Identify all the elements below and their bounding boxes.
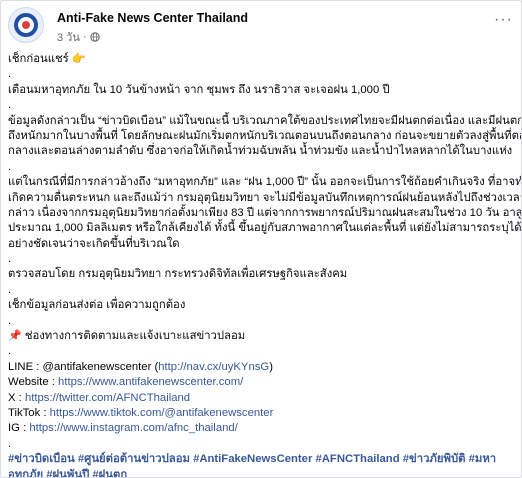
post-line: ประมาณ 1,000 มิลลิเมตร หรือใกล้เคียงได้ … (8, 222, 522, 235)
ig-label: IG : (8, 422, 30, 435)
post-body: เช็กก่อนแชร์ 👉 . เตือนมหาอุทกภัย ใน 10 ว… (8, 52, 522, 477)
hashtags-line[interactable]: อุทกภัย #ฝนพันปี #ฝนตก (8, 468, 521, 477)
post-line: 📌 ช่องทางการติดตามและแจ้งเบาะแสข่าวปลอม (8, 329, 521, 344)
post-line: ข้อมูลดังกล่าวเป็น “ข่าวบิดเบือน” แม้ในข… (8, 114, 522, 127)
post-line: กลางและตอนล่างตามลำดับ ซึ่งอาจก่อให้เกิด… (8, 145, 513, 158)
post-line: เกิดความตื่นตระหนก และถึงแม้ว่า กรมอุตุน… (8, 191, 522, 204)
dot-separator: . (8, 437, 12, 450)
post-line: เช็กข้อมูลก่อนส่งต่อ เพื่อความถูกต้อง (8, 299, 186, 312)
dot-separator: . (8, 345, 12, 358)
page-avatar[interactable] (8, 7, 44, 43)
dot-separator: . (8, 253, 12, 266)
website-label: Website : (8, 376, 59, 389)
dot-separator: . (8, 160, 12, 173)
more-options-icon[interactable]: ··· (494, 11, 513, 29)
dot-separator: . (8, 314, 12, 327)
ig-contact: IG : https://www.instagram.com/afnc_thai… (8, 421, 521, 436)
post-line: อย่างชัดเจนว่าจะเกิดขึ้นที่บริเวณใด (8, 237, 180, 250)
line-close: ) (269, 360, 273, 373)
post-header: Anti-Fake News Center Thailand 3 วัน · ·… (1, 1, 521, 45)
avatar-logo-dot (22, 21, 30, 29)
post-line: เตือนมหาอุทกภัย ใน 10 วันข้างหน้า จาก ชุ… (8, 83, 390, 96)
post-line: ถึงหนักมากในบางพื้นที่ โดยลักษณะฝนมักเริ… (8, 129, 522, 142)
page-name-link[interactable]: Anti-Fake News Center Thailand (57, 11, 248, 25)
post-line: แต่ในกรณีที่มีการกล่าวอ้างถึง “มหาอุทกภั… (8, 176, 522, 189)
dot-separator: . (8, 283, 12, 296)
post-meta: 3 วัน · (57, 28, 100, 46)
ig-link[interactable]: https://www.instagram.com/afnc_thailand/ (29, 422, 237, 434)
dot-separator: . (8, 68, 12, 81)
post-time[interactable]: 3 วัน (57, 28, 80, 46)
x-link[interactable]: https://twitter.com/AFNCThailand (25, 392, 190, 404)
tiktok-label: TikTok : (8, 406, 50, 419)
post-line: กล่าว เนื่องจากกรมอุตุนิยมวิทยาก่อตั้งมา… (8, 206, 522, 219)
website-contact: Website : https://www.antifakenewscenter… (8, 375, 521, 390)
post-card: Anti-Fake News Center Thailand 3 วัน · ·… (0, 0, 522, 478)
tiktok-contact: TikTok : https://www.tiktok.com/@antifak… (8, 406, 521, 421)
meta-separator: · (82, 31, 87, 43)
dot-separator: . (8, 99, 12, 112)
post-line: เช็กก่อนแชร์ 👉 (8, 53, 86, 65)
line-contact: LINE : @antifakenewscenter (http://nav.c… (8, 360, 521, 375)
globe-icon (89, 32, 100, 42)
hashtags-line[interactable]: #ข่าวบิดเบือน #ศูนย์ต่อต้านข่าวปลอม #Ant… (8, 452, 521, 467)
x-label: X : (8, 391, 25, 404)
line-label: LINE : @antifakenewscenter ( (8, 360, 159, 373)
report-channels-label: ช่องทางการติดตามและแจ้งเบาะแสข่าวปลอม (24, 330, 246, 343)
x-contact: X : https://twitter.com/AFNCThailand (8, 391, 521, 406)
pushpin-icon: 📌 (8, 330, 22, 343)
line-link[interactable]: http://nav.cx/uyKYnsG (158, 361, 269, 373)
tiktok-link[interactable]: https://www.tiktok.com/@antifakenewscent… (50, 407, 274, 419)
post-line: ตรวจสอบโดย กรมอุตุนิยมวิทยา กระทรวงดิจิท… (8, 268, 348, 281)
website-link[interactable]: https://www.antifakenewscenter.com/ (58, 376, 243, 388)
